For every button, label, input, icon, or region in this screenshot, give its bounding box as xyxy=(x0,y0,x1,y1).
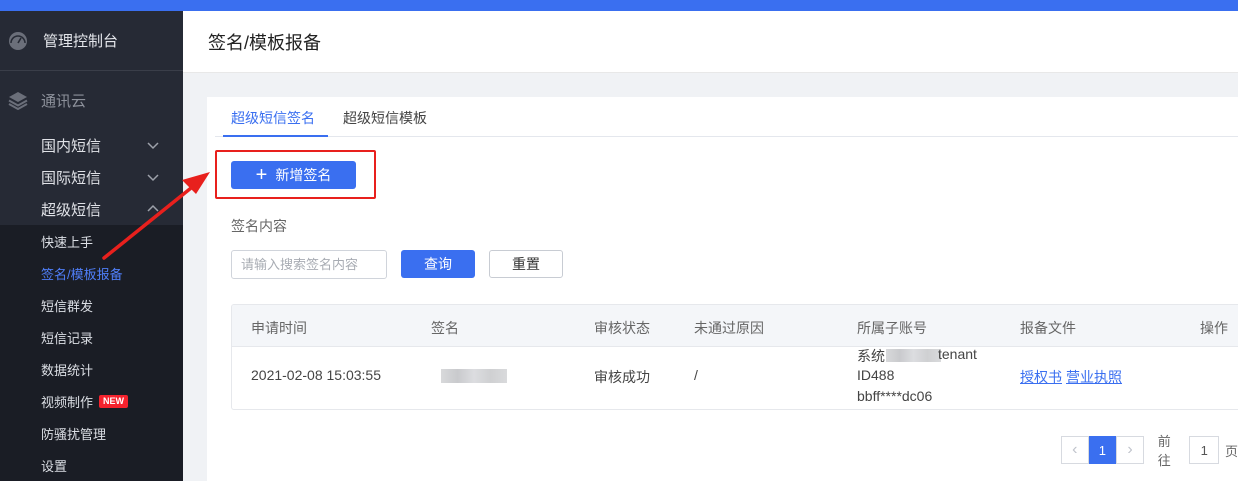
sidebar-item-anti-harass[interactable]: 防骚扰管理 xyxy=(0,417,183,449)
sidebar-item-label: 短信记录 xyxy=(41,330,94,346)
signature-table: 申请时间 签名 审核状态 未通过原因 所属子账号 报备文件 操作 2021-02… xyxy=(231,304,1238,410)
cell-subaccount-line3: bbff****dc06 xyxy=(857,388,933,404)
sidebar-item-sms-records[interactable]: 短信记录 xyxy=(0,321,183,353)
sidebar-item-domestic-sms[interactable]: 国内短信 xyxy=(0,129,183,161)
sidebar-item-label: 超级短信 xyxy=(41,201,102,219)
cell-subaccount-line2: ID488 xyxy=(857,367,895,383)
goto-label: 前往 xyxy=(1157,434,1171,468)
cell-status: 审核成功 xyxy=(594,369,650,385)
chevron-right-icon: › xyxy=(1127,441,1133,458)
sidebar-item-label: 设置 xyxy=(41,458,68,474)
plus-icon: + xyxy=(255,164,268,186)
sidebar-item-label: 国内短信 xyxy=(41,137,102,155)
col-header-subaccount: 所属子账号 xyxy=(857,320,927,336)
cell-time: 2021-02-08 15:03:55 xyxy=(251,367,381,383)
sidebar-item-super-sms[interactable]: 超级短信 xyxy=(0,193,183,225)
next-page-button[interactable]: › xyxy=(1116,436,1144,464)
sidebar-item-label: 防骚扰管理 xyxy=(41,426,107,442)
cell-subaccount-line1-prefix: 系统 xyxy=(857,348,885,364)
reset-button[interactable]: 重置 xyxy=(489,250,563,278)
sidebar-item-label: 视频制作 xyxy=(41,394,94,410)
chevron-down-icon xyxy=(147,142,159,150)
chevron-up-icon xyxy=(147,204,159,212)
sidebar-item-label: 数据统计 xyxy=(41,362,94,378)
sidebar-section-comm-cloud: 通讯云 xyxy=(0,71,183,129)
sidebar-item-video-make[interactable]: 视频制作 NEW xyxy=(0,385,183,417)
top-accent-bar xyxy=(0,0,1238,11)
page-title: 签名/模板报备 xyxy=(208,32,322,53)
sidebar-item-quick-start[interactable]: 快速上手 xyxy=(0,225,183,257)
col-header-time: 申请时间 xyxy=(251,320,307,336)
sidebar-item-settings[interactable]: 设置 xyxy=(0,449,183,481)
business-license-link[interactable]: 营业执照 xyxy=(1066,367,1122,387)
super-sms-submenu: 快速上手 签名/模板报备 短信群发 短信记录 数据统计 视频制作 NEW 防骚扰… xyxy=(0,225,183,481)
sidebar-item-statistics[interactable]: 数据统计 xyxy=(0,353,183,385)
redacted-signature xyxy=(441,369,507,383)
sidebar-item-bulk-send[interactable]: 短信群发 xyxy=(0,289,183,321)
col-header-reason: 未通过原因 xyxy=(694,320,764,336)
chevron-down-icon xyxy=(147,174,159,182)
add-signature-label: 新增签名 xyxy=(275,167,332,183)
new-badge: NEW xyxy=(99,394,129,408)
col-header-files: 报备文件 xyxy=(1020,320,1076,336)
tab-super-sms-sign[interactable]: 超级短信签名 xyxy=(231,108,315,128)
col-header-signature: 签名 xyxy=(431,320,459,336)
query-button[interactable]: 查询 xyxy=(401,250,475,278)
page-unit-label: 页 xyxy=(1225,443,1238,459)
sidebar-item-label: 国际短信 xyxy=(41,169,102,187)
page-header: 签名/模板报备 xyxy=(183,11,1238,73)
signature-content-label: 签名内容 xyxy=(231,218,287,234)
cell-reason: / xyxy=(694,367,698,383)
dashboard-icon xyxy=(9,31,27,50)
tab-super-sms-template[interactable]: 超级短信模板 xyxy=(343,108,427,128)
tab-bar: 超级短信签名 超级短信模板 xyxy=(215,97,1238,137)
sidebar-brand[interactable]: 管理控制台 xyxy=(0,11,183,71)
sidebar-item-label: 短信群发 xyxy=(41,298,94,314)
main-card: 超级短信签名 超级短信模板 + 新增签名 签名内容 查询 重置 申请时间 签名 … xyxy=(207,97,1238,481)
page-number-current[interactable]: 1 xyxy=(1088,436,1117,464)
layers-icon xyxy=(8,92,28,110)
table-header: 申请时间 签名 审核状态 未通过原因 所属子账号 报备文件 操作 xyxy=(232,305,1238,347)
sidebar-item-label: 快速上手 xyxy=(41,234,94,250)
add-signature-button[interactable]: + 新增签名 xyxy=(231,161,356,189)
sidebar: 管理控制台 通讯云 国内短信 国际短信 超级短信 快速上手 签名/模板报备 短信… xyxy=(0,11,183,481)
col-header-status: 审核状态 xyxy=(594,320,650,336)
chevron-left-icon: ‹ xyxy=(1072,441,1078,458)
cell-subaccount-line1-suffix: tenant xyxy=(938,346,977,362)
prev-page-button[interactable]: ‹ xyxy=(1061,436,1089,464)
pagination: ‹ 1 › 前往 1 页 xyxy=(1061,434,1238,468)
sidebar-item-sign-template[interactable]: 签名/模板报备 xyxy=(0,257,183,289)
signature-search-input[interactable] xyxy=(231,250,387,279)
col-header-actions: 操作 xyxy=(1200,320,1228,336)
active-tab-indicator xyxy=(223,135,328,137)
brand-label: 管理控制台 xyxy=(43,33,119,50)
authorization-letter-link[interactable]: 授权书 xyxy=(1020,367,1062,387)
goto-page-input[interactable]: 1 xyxy=(1189,436,1219,464)
section-label: 通讯云 xyxy=(41,92,87,110)
sidebar-item-intl-sms[interactable]: 国际短信 xyxy=(0,161,183,193)
sidebar-item-label: 签名/模板报备 xyxy=(41,266,123,282)
redacted-subaccount xyxy=(886,349,941,362)
